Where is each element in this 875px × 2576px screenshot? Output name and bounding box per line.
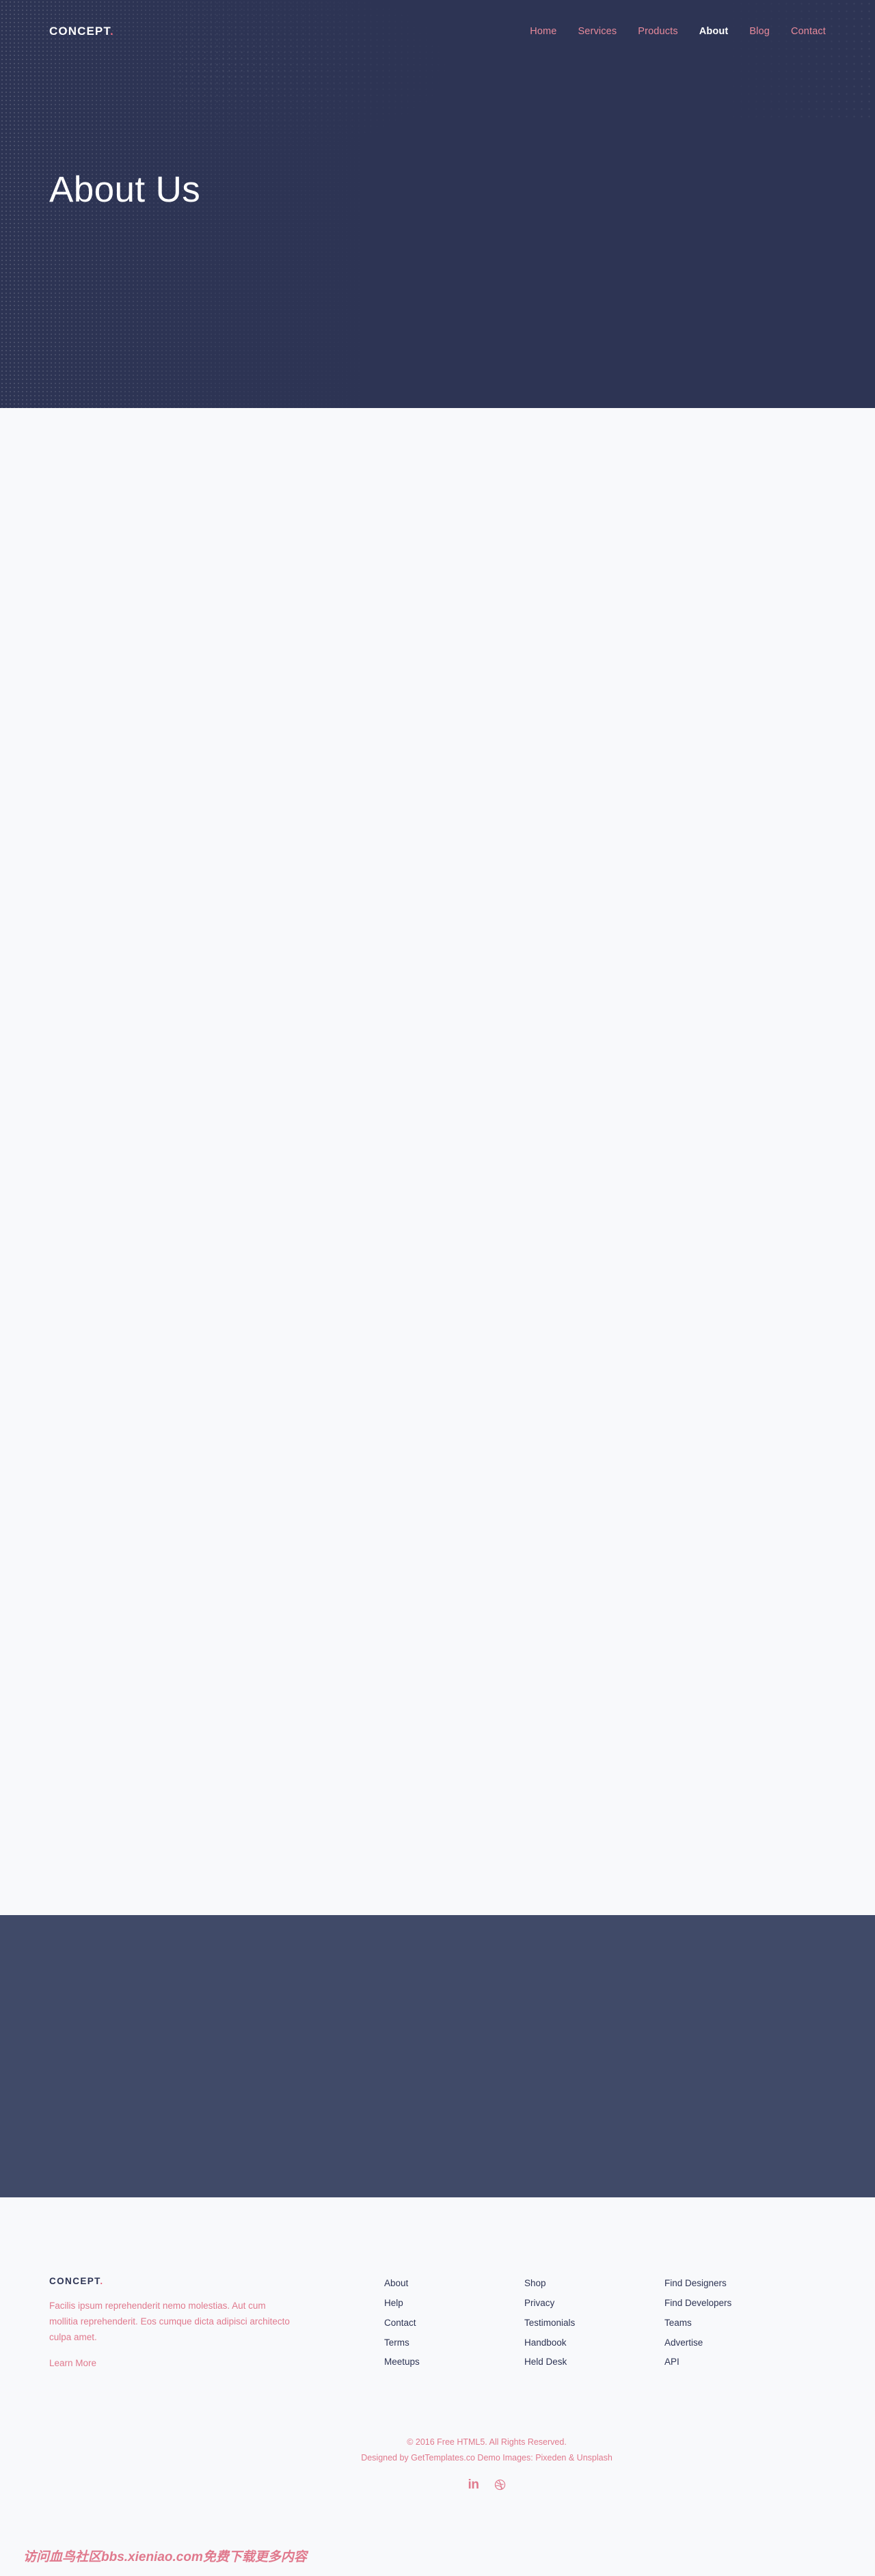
copyright-line-2: Designed by GetTemplates.co Demo Images:… bbox=[49, 2450, 875, 2466]
footer-description: Facilis ipsum reprehenderit nemo molesti… bbox=[49, 2301, 290, 2343]
gettemplates-link[interactable]: GetTemplates.co bbox=[411, 2453, 475, 2463]
list-item: API bbox=[664, 2355, 805, 2370]
copyright-line-1: © 2016 Free HTML5. All Rights Reserved. bbox=[407, 2437, 567, 2448]
ampersand-label: & bbox=[566, 2453, 577, 2463]
footer-link-list-3: Find Designers Find Developers Teams Adv… bbox=[664, 2276, 805, 2370]
nav-link-services[interactable]: Services bbox=[578, 26, 617, 37]
footer-about-column: CONCEPT. Facilis ipsum reprehenderit nem… bbox=[49, 2276, 384, 2370]
list-item: Held Desk bbox=[524, 2355, 664, 2370]
hero-content: About Us bbox=[0, 170, 875, 210]
footer-brand-text: CONCEPT bbox=[49, 2276, 100, 2286]
nav-item-home: Home bbox=[530, 25, 556, 38]
nav-item-about: About bbox=[699, 25, 729, 38]
list-item: Contact bbox=[384, 2316, 524, 2331]
site-footer: CONCEPT. Facilis ipsum reprehenderit nem… bbox=[0, 2197, 875, 2495]
dribbble-glyph bbox=[494, 2479, 506, 2491]
footer-link-testimonials[interactable]: Testimonials bbox=[524, 2318, 575, 2328]
footer-link-help[interactable]: Help bbox=[384, 2298, 403, 2308]
footer-links-column-1: About Help Contact Terms Meetups bbox=[384, 2276, 524, 2374]
brand-logo[interactable]: CONCEPT. bbox=[49, 25, 114, 38]
list-item: Privacy bbox=[524, 2296, 664, 2311]
footer-links-column-3: Find Designers Find Developers Teams Adv… bbox=[664, 2276, 805, 2374]
nav-item-contact: Contact bbox=[791, 25, 826, 38]
footer-link-api[interactable]: API bbox=[664, 2357, 679, 2367]
footer-link-find-developers[interactable]: Find Developers bbox=[664, 2298, 731, 2308]
list-item: Testimonials bbox=[524, 2316, 664, 2331]
demo-images-label: Demo Images: bbox=[474, 2453, 536, 2463]
watermark-text: 访问血鸟社区bbs.xieniao.com免费下载更多内容 bbox=[23, 2550, 307, 2564]
nav-link-contact[interactable]: Contact bbox=[791, 26, 826, 37]
footer-link-privacy[interactable]: Privacy bbox=[524, 2298, 554, 2308]
footer-link-terms[interactable]: Terms bbox=[384, 2337, 409, 2348]
footer-link-list-2: Shop Privacy Testimonials Handbook Held … bbox=[524, 2276, 664, 2370]
main-content-area bbox=[0, 408, 875, 1915]
nav-item-blog: Blog bbox=[749, 25, 770, 38]
main-navigation: CONCEPT. Home Services Products About Bl… bbox=[0, 0, 875, 63]
footer-link-handbook[interactable]: Handbook bbox=[524, 2337, 567, 2348]
brand-logo-dot: . bbox=[109, 25, 114, 38]
nav-link-blog[interactable]: Blog bbox=[749, 26, 770, 37]
list-item: Teams bbox=[664, 2316, 805, 2331]
list-item: Help bbox=[384, 2296, 524, 2311]
nav-item-services: Services bbox=[578, 25, 617, 38]
footer-link-find-designers[interactable]: Find Designers bbox=[664, 2278, 727, 2288]
pixeden-link[interactable]: Pixeden bbox=[535, 2453, 566, 2463]
footer-link-teams[interactable]: Teams bbox=[664, 2318, 692, 2328]
nav-link-products[interactable]: Products bbox=[638, 26, 677, 37]
linkedin-glyph: in bbox=[468, 2478, 479, 2493]
learn-more-link[interactable]: Learn More bbox=[49, 2358, 96, 2368]
list-item: Handbook bbox=[524, 2335, 664, 2350]
dark-feature-band bbox=[0, 1915, 875, 2197]
copyright-section: © 2016 Free HTML5. All Rights Reserved. … bbox=[49, 2374, 875, 2495]
list-item: Advertise bbox=[664, 2335, 805, 2350]
nav-item-products: Products bbox=[638, 25, 677, 38]
list-item: Meetups bbox=[384, 2355, 524, 2370]
social-links: in bbox=[49, 2467, 875, 2493]
footer-link-contact[interactable]: Contact bbox=[384, 2318, 416, 2328]
footer-link-about[interactable]: About bbox=[384, 2278, 408, 2288]
hero-header: CONCEPT. Home Services Products About Bl… bbox=[0, 0, 875, 408]
list-item: Shop bbox=[524, 2276, 664, 2291]
footer-link-held-desk[interactable]: Held Desk bbox=[524, 2357, 567, 2367]
footer-link-meetups[interactable]: Meetups bbox=[384, 2357, 420, 2367]
list-item: About bbox=[384, 2276, 524, 2291]
list-item: Find Designers bbox=[664, 2276, 805, 2291]
footer-brand-dot: . bbox=[100, 2276, 104, 2286]
linkedin-icon[interactable]: in bbox=[466, 2478, 481, 2493]
footer-columns: CONCEPT. Facilis ipsum reprehenderit nem… bbox=[49, 2276, 826, 2374]
footer-link-shop[interactable]: Shop bbox=[524, 2278, 546, 2288]
footer-brand-logo: CONCEPT. bbox=[49, 2276, 343, 2286]
footer-link-list-1: About Help Contact Terms Meetups bbox=[384, 2276, 524, 2370]
brand-logo-text: CONCEPT bbox=[49, 25, 110, 38]
unsplash-link[interactable]: Unsplash bbox=[577, 2453, 612, 2463]
page-title: About Us bbox=[49, 170, 201, 210]
nav-link-about[interactable]: About bbox=[699, 26, 729, 37]
list-item: Find Developers bbox=[664, 2296, 805, 2311]
designed-by-label: Designed by bbox=[361, 2453, 412, 2463]
dribbble-icon[interactable] bbox=[493, 2478, 508, 2493]
list-item: Terms bbox=[384, 2335, 524, 2350]
footer-link-advertise[interactable]: Advertise bbox=[664, 2337, 703, 2348]
nav-link-home[interactable]: Home bbox=[530, 26, 556, 37]
footer-links-column-2: Shop Privacy Testimonials Handbook Held … bbox=[524, 2276, 664, 2374]
nav-link-list: Home Services Products About Blog Contac… bbox=[530, 25, 826, 38]
